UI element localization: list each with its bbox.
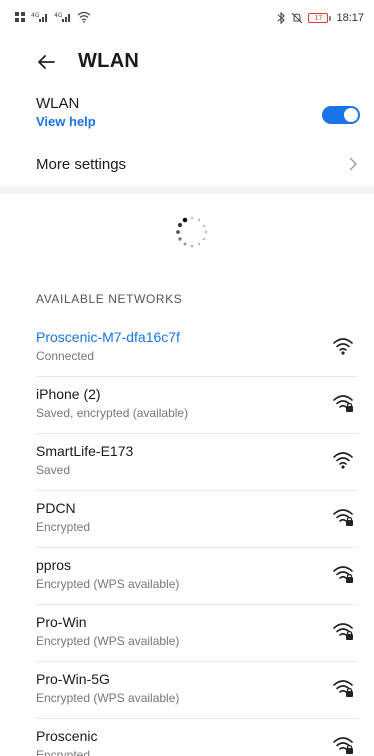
app-bar: WLAN: [0, 40, 374, 84]
svg-text:4G: 4G: [31, 12, 40, 19]
sim-icon: [14, 11, 26, 26]
wifi-locked-icon: [333, 680, 353, 697]
network-name: SmartLife-E173: [36, 443, 134, 459]
status-left-icons: 4G 4G: [14, 11, 91, 26]
network-status: Saved, encrypted (available): [36, 406, 189, 420]
bluetooth-icon: [276, 12, 286, 24]
wifi-icon: [333, 452, 353, 469]
signal-icon: 4G: [54, 11, 72, 26]
wifi-icon: [333, 338, 353, 355]
network-item[interactable]: ppros Encrypted (WPS available): [0, 548, 374, 605]
wlan-toggle-row: WLAN View help: [0, 92, 374, 136]
network-item[interactable]: PDCN Encrypted: [0, 491, 374, 548]
more-settings-label: More settings: [36, 155, 127, 173]
wifi-locked-icon: [333, 395, 353, 412]
signal-4g-icon: 4G: [31, 11, 49, 26]
network-item[interactable]: iPhone (2) Saved, encrypted (available): [0, 377, 374, 434]
section-divider: [0, 186, 374, 194]
network-name: Proscenic-M7-dfa16c7f: [36, 329, 180, 345]
network-list: Proscenic-M7-dfa16c7f Connected iPhone (2)…: [0, 320, 374, 756]
network-name: Pro-Win-5G: [36, 671, 110, 687]
battery-level: 17: [308, 13, 329, 23]
network-name: PDCN: [36, 500, 76, 516]
chevron-right-icon: [349, 157, 357, 171]
network-status: Encrypted (WPS available): [36, 634, 180, 648]
loading-spinner-icon: [176, 216, 208, 248]
mute-icon: [291, 12, 303, 24]
clock: 18:17: [336, 12, 364, 24]
network-item[interactable]: Proscenic Encrypted: [0, 719, 374, 756]
wifi-locked-icon: [333, 737, 353, 754]
available-networks-header: AVAILABLE NETWORKS: [36, 292, 183, 306]
svg-text:4G: 4G: [54, 12, 63, 19]
wifi-locked-icon: [333, 509, 353, 526]
network-item[interactable]: Pro-Win Encrypted (WPS available): [0, 605, 374, 662]
network-status: Encrypted: [36, 748, 91, 756]
network-status: Encrypted: [36, 520, 91, 534]
network-status: Encrypted (WPS available): [36, 691, 180, 705]
network-status: Saved: [36, 463, 71, 477]
more-settings-row[interactable]: More settings: [0, 144, 374, 184]
wifi-status-icon: [77, 11, 91, 26]
network-item[interactable]: Pro-Win-5G Encrypted (WPS available): [0, 662, 374, 719]
status-bar: 4G 4G 17 18:17: [0, 0, 374, 36]
network-status: Encrypted (WPS available): [36, 577, 180, 591]
battery-icon: 17: [308, 13, 332, 23]
network-name: Proscenic: [36, 728, 98, 744]
wlan-toggle-switch[interactable]: [322, 106, 360, 124]
network-item[interactable]: Proscenic-M7-dfa16c7f Connected: [0, 320, 374, 377]
wifi-locked-icon: [333, 566, 353, 583]
network-name: ppros: [36, 557, 72, 573]
network-name: Pro-Win: [36, 614, 87, 630]
page-title: WLAN: [78, 50, 140, 72]
network-name: iPhone (2): [36, 386, 101, 402]
network-item[interactable]: SmartLife-E173 Saved: [0, 434, 374, 491]
status-right-icons: 17 18:17: [276, 12, 364, 24]
toggle-knob: [344, 108, 358, 122]
back-arrow-icon[interactable]: [34, 50, 58, 74]
wifi-locked-icon: [333, 623, 353, 640]
network-status: Connected: [36, 349, 95, 363]
